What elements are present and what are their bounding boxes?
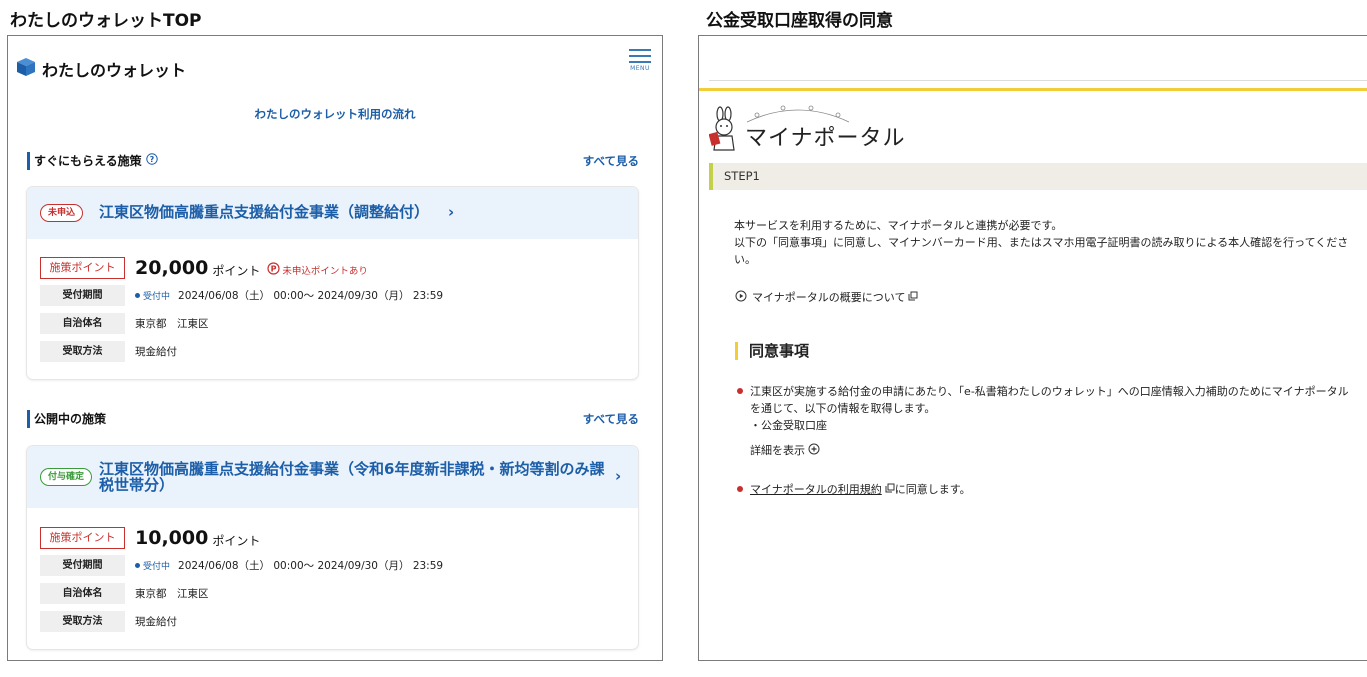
municipality-row: 自治体名 東京都 江東区 [40, 583, 209, 604]
municipality-value: 東京都 江東区 [135, 588, 209, 600]
unapplied-points-note: P 未申込ポイントあり [267, 261, 368, 278]
intro-text: 本サービスを利用するために、マイナポータルと連携が必要です。 以下の「同意事項」… [734, 219, 1349, 266]
points-row: 施策ポイント 10,000 ポイント [40, 527, 260, 549]
wallet-app-title: わたしのウォレット [42, 61, 187, 80]
points-value: 10,000 [135, 527, 209, 549]
municipality-label: 自治体名 [40, 313, 125, 334]
period-label: 受付期間 [40, 555, 125, 576]
mynaportal-mascot-icon [708, 106, 739, 156]
receipt-method-label: 受取方法 [40, 611, 125, 632]
wallet-header: わたしのウォレット MENU [8, 36, 662, 96]
decorative-arc-icon [743, 104, 853, 128]
external-link-icon [885, 483, 895, 496]
step-indicator: STEP1 [709, 163, 1367, 190]
reception-status: 受付中 [143, 292, 171, 302]
brand-stripe [699, 88, 1367, 91]
status-badge: 付与確定 [40, 468, 93, 486]
agreement-heading: 同意事項 [735, 342, 809, 360]
points-value: 20,000 [135, 257, 209, 279]
status-dot-icon [135, 563, 140, 568]
receipt-method-row: 受取方法 現金給付 [40, 611, 177, 632]
status-dot-icon [135, 293, 140, 298]
points-label: 施策ポイント [40, 257, 125, 279]
points-label: 施策ポイント [40, 527, 125, 549]
chevron-right-icon: › [615, 467, 622, 485]
points-unit: ポイント [212, 263, 261, 278]
header-divider [709, 80, 1367, 81]
section-public-header: 公開中の施策 すべて見る [27, 410, 639, 430]
wallet-flow-link[interactable]: わたしのウォレット利用の流れ [8, 106, 662, 122]
see-all-public-link[interactable]: すべて見る [583, 411, 639, 427]
policy-card: 未申込 江東区物価高騰重点支援給付金事業（調整給付） › 施策ポイント 20,0… [27, 187, 638, 379]
receipt-method-value: 現金給付 [135, 346, 177, 358]
municipality-value: 東京都 江東区 [135, 318, 209, 330]
policy-card-header[interactable]: 付与確定 江東区物価高騰重点支援給付金事業（令和6年度新非課税・新均等割のみ課税… [27, 446, 638, 508]
section-immediate-header: すぐにもらえる施策 ? すべて見る [27, 152, 639, 172]
wallet-screen: わたしのウォレット MENU わたしのウォレット利用の流れ すぐにもらえる施策 … [7, 35, 663, 661]
mynaportal-logo: マイナポータル [708, 104, 906, 156]
points-row: 施策ポイント 20,000 ポイント P 未申込ポイントあり [40, 257, 368, 279]
wallet-logo[interactable]: わたしのウォレット [16, 57, 186, 81]
terms-of-use-link[interactable]: マイナポータルの利用規約 [750, 481, 882, 497]
about-mynaportal-link[interactable]: マイナポータルの概要について [735, 289, 918, 305]
menu-button[interactable]: MENU [628, 49, 652, 73]
svg-text:?: ? [149, 155, 154, 164]
chevron-right-icon: › [448, 203, 455, 221]
svg-text:P: P [271, 264, 277, 273]
mynaportal-screen: マイナポータル STEP1 本サービスを利用するために、マイナポータルと連携が必… [698, 35, 1367, 661]
policy-card-header[interactable]: 未申込 江東区物価高騰重点支援給付金事業（調整給付） › [27, 187, 638, 239]
menu-label: MENU [630, 65, 650, 72]
receipt-method-label: 受取方法 [40, 341, 125, 362]
external-link-icon [908, 291, 918, 304]
bullet-icon [737, 486, 743, 492]
policy-card: 付与確定 江東区物価高騰重点支援給付金事業（令和6年度新非課税・新均等割のみ課税… [27, 446, 638, 649]
play-circle-icon [735, 290, 747, 305]
left-caption: わたしのウォレットTOP [10, 11, 202, 31]
receipt-method-value: 現金給付 [135, 616, 177, 628]
period-row: 受付期間 受付中 2024/06/08（土） 00:00～ 2024/09/30… [40, 555, 443, 576]
hamburger-icon [629, 49, 651, 51]
period-value: 2024/06/08（土） 00:00～ 2024/09/30（月） 23:59 [178, 290, 444, 302]
see-all-immediate-link[interactable]: すべて見る [583, 153, 639, 169]
municipality-label: 自治体名 [40, 583, 125, 604]
show-details-toggle[interactable]: 詳細を表示 [750, 442, 820, 458]
terms-agreement: マイナポータルの利用規約 に同意します。 [750, 481, 971, 497]
point-alert-icon: P [267, 261, 280, 278]
agreement-sub-item: ・公金受取口座 [750, 419, 827, 432]
plus-circle-icon [808, 443, 820, 458]
section-immediate-title: すぐにもらえる施策 ? [27, 152, 158, 170]
help-icon[interactable]: ? [145, 152, 158, 170]
receipt-method-row: 受取方法 現金給付 [40, 341, 177, 362]
bullet-icon [737, 388, 743, 394]
policy-title: 江東区物価高騰重点支援給付金事業（令和6年度新非課税・新均等割のみ課税世帯分） [99, 460, 605, 494]
municipality-row: 自治体名 東京都 江東区 [40, 313, 209, 334]
section-public-title: 公開中の施策 [27, 410, 106, 428]
status-badge: 未申込 [40, 204, 84, 222]
period-label: 受付期間 [40, 285, 125, 306]
policy-title: 江東区物価高騰重点支援給付金事業（調整給付） [99, 203, 430, 221]
points-unit: ポイント [212, 533, 261, 548]
period-row: 受付期間 受付中 2024/06/08（土） 00:00～ 2024/09/30… [40, 285, 443, 306]
agreement-item: 江東区が実施する給付金の申請にあたり、「e-私書箱わたしのウォレット」への口座情… [750, 385, 1349, 432]
right-caption: 公金受取口座取得の同意 [706, 11, 893, 31]
wallet-box-icon [16, 57, 36, 81]
period-value: 2024/06/08（土） 00:00～ 2024/09/30（月） 23:59 [178, 560, 444, 572]
reception-status: 受付中 [143, 562, 171, 572]
